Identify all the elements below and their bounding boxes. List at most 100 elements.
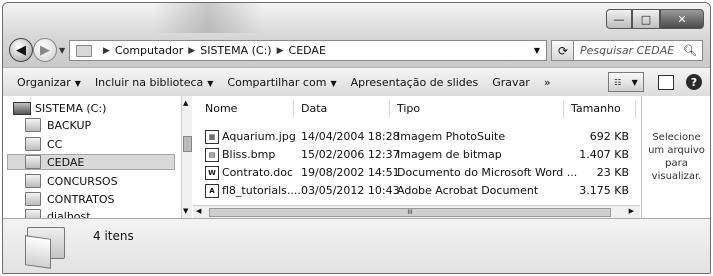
tree-item-dialhost[interactable]: dialhost [25,208,91,218]
image-file-icon: ▦ [205,130,219,144]
chevron-down-icon: ▼ [330,78,337,88]
folder-icon [25,192,41,206]
include-library-menu[interactable]: Incluir na biblioteca ▼ [95,76,213,89]
tree-item-drive[interactable]: SISTEMA (C:) [13,100,106,116]
column-header-type[interactable]: Tipo [397,102,420,115]
view-icon: ☷ [614,77,622,87]
navigation-pane: SISTEMA (C:) BACKUP CC CEDAE CONCURSOS C… [3,96,181,218]
tree-item-label: CONTRATOS [47,192,115,206]
help-button[interactable]: ? [686,74,702,90]
tree-item-label: CC [47,137,63,151]
back-button[interactable]: ◀ [9,38,33,62]
share-menu[interactable]: Compartilhar com ▼ [227,76,336,89]
tree-scrollbar[interactable]: ▲ ▼ [181,96,192,218]
breadcrumb-computador[interactable]: Computador [115,44,183,57]
slideshow-button[interactable]: Apresentação de slides [351,76,479,89]
tree-item-concursos[interactable]: CONCURSOS [25,173,118,189]
file-size: 692 KB [589,130,629,143]
close-button[interactable]: ✕ [660,9,704,29]
column-header-name[interactable]: Nome [205,102,237,115]
file-size: 1.407 KB [579,148,629,161]
minimize-button[interactable]: — [606,9,632,29]
more-commands-button[interactable]: » [544,76,551,89]
drive-icon [13,101,31,115]
table-row[interactable]: W Contrato.doc 19/08/2002 14:51 Document… [193,164,640,181]
scroll-up-arrow-icon[interactable]: ▲ [183,99,188,107]
folder-icon [25,227,67,269]
scrollbar-thumb[interactable] [183,136,192,152]
folder-icon [25,174,41,188]
table-row[interactable]: ▦ Aquarium.jpg 14/04/2004 18:28 Imagem P… [193,128,640,145]
breadcrumb-sistema[interactable]: SISTEMA (C:) [200,44,271,57]
column-divider[interactable] [563,100,564,118]
column-header-date[interactable]: Data [301,102,327,115]
share-label: Compartilhar com [227,75,327,89]
tree-item-label: CONCURSOS [47,174,118,188]
tree-item-label: SISTEMA (C:) [35,101,107,115]
tree-item-label: BACKUP [47,118,92,132]
content-area: SISTEMA (C:) BACKUP CC CEDAE CONCURSOS C… [3,96,710,218]
folder-icon [25,137,41,151]
table-row[interactable]: A fl8_tutorials.... 03/05/2012 10:43 Ado… [193,182,640,199]
folder-front-shape [25,235,51,269]
chevron-right-icon[interactable]: ▶ [103,46,110,56]
organize-menu[interactable]: Organizar ▼ [17,76,81,89]
change-view-button[interactable]: ☷ ▼ [608,72,644,92]
folder-icon [25,155,41,169]
file-name: Bliss.bmp [222,148,276,161]
tree-item-backup[interactable]: BACKUP [25,117,91,133]
title-bar-reflection [153,3,263,33]
column-header-size[interactable]: Tamanho [571,102,621,115]
scroll-right-arrow-icon[interactable]: ▶ [629,207,634,215]
tree-item-cedae[interactable]: CEDAE [7,154,175,170]
breadcrumb: ▶ Computador ▶ SISTEMA (C:) ▶ CEDAE [98,44,326,57]
column-divider[interactable] [635,100,636,118]
item-count: 4 itens [93,229,134,243]
command-bar: Organizar ▼ Incluir na biblioteca ▼ Compar… [3,67,710,97]
chevron-right-icon[interactable]: ▶ [188,46,195,56]
column-divider[interactable] [389,100,390,118]
forward-button[interactable]: ▶ [33,38,57,62]
preview-pane-button[interactable] [658,74,674,90]
table-row[interactable]: ▤ Bliss.bmp 15/02/2006 12:37 Imagem de b… [193,146,640,163]
preview-pane: Selecione um arquivo para visualizar. [641,96,710,218]
tree-item-contratos[interactable]: CONTRATOS [25,191,115,207]
search-input[interactable] [578,43,682,58]
maximize-button[interactable]: □ [632,9,660,29]
chevron-down-icon: ▼ [74,78,81,88]
scrollbar-thumb[interactable]: III [209,208,611,217]
tree-item-label: dialhost [47,209,91,219]
scroll-down-arrow-icon[interactable]: ▼ [183,207,188,215]
bitmap-file-icon: ▤ [205,148,219,162]
explorer-window: — □ ✕ ◀ ▶ ▼ ▶ Computador ▶ SISTEMA (C:) … [2,2,711,274]
title-bar: — □ ✕ ◀ ▶ ▼ ▶ Computador ▶ SISTEMA (C:) … [3,3,710,67]
refresh-button[interactable]: ⟳ [551,40,575,61]
column-divider[interactable] [293,100,294,118]
file-name: Aquarium.jpg [222,130,296,143]
scroll-left-arrow-icon[interactable]: ◀ [196,207,201,215]
file-type: Adobe Acrobat Document [397,184,539,197]
chevron-down-icon: ▼ [207,78,214,88]
file-date: 15/02/2006 12:37 [301,148,400,161]
folder-icon [25,118,41,132]
folder-icon [25,209,41,218]
search-icon[interactable]: 🔍︎ [683,44,697,57]
burn-button[interactable]: Gravar [492,76,530,89]
horizontal-scrollbar[interactable]: ◀ III ▶ [193,205,640,218]
search-box[interactable]: 🔍︎ [573,40,703,61]
file-type: Imagem de bitmap [397,148,502,161]
chevron-right-icon[interactable]: ▶ [277,46,284,56]
address-bar[interactable]: ▶ Computador ▶ SISTEMA (C:) ▶ CEDAE ▼ [69,40,547,61]
file-size: 23 KB [596,166,629,179]
word-file-icon: W [205,166,219,180]
breadcrumb-cedae[interactable]: CEDAE [289,44,326,57]
tree-item-cc[interactable]: CC [25,136,62,152]
recent-pages-dropdown[interactable]: ▼ [59,46,65,55]
file-name: Contrato.doc [222,166,294,179]
organize-label: Organizar [17,75,71,89]
file-name: fl8_tutorials.... [222,184,301,197]
file-type: Imagem PhotoSuite [397,130,506,143]
toolbar-right: ☷ ▼ ? [608,72,702,92]
details-pane: 4 itens [3,218,710,273]
chevron-down-icon[interactable]: ▼ [534,46,540,55]
